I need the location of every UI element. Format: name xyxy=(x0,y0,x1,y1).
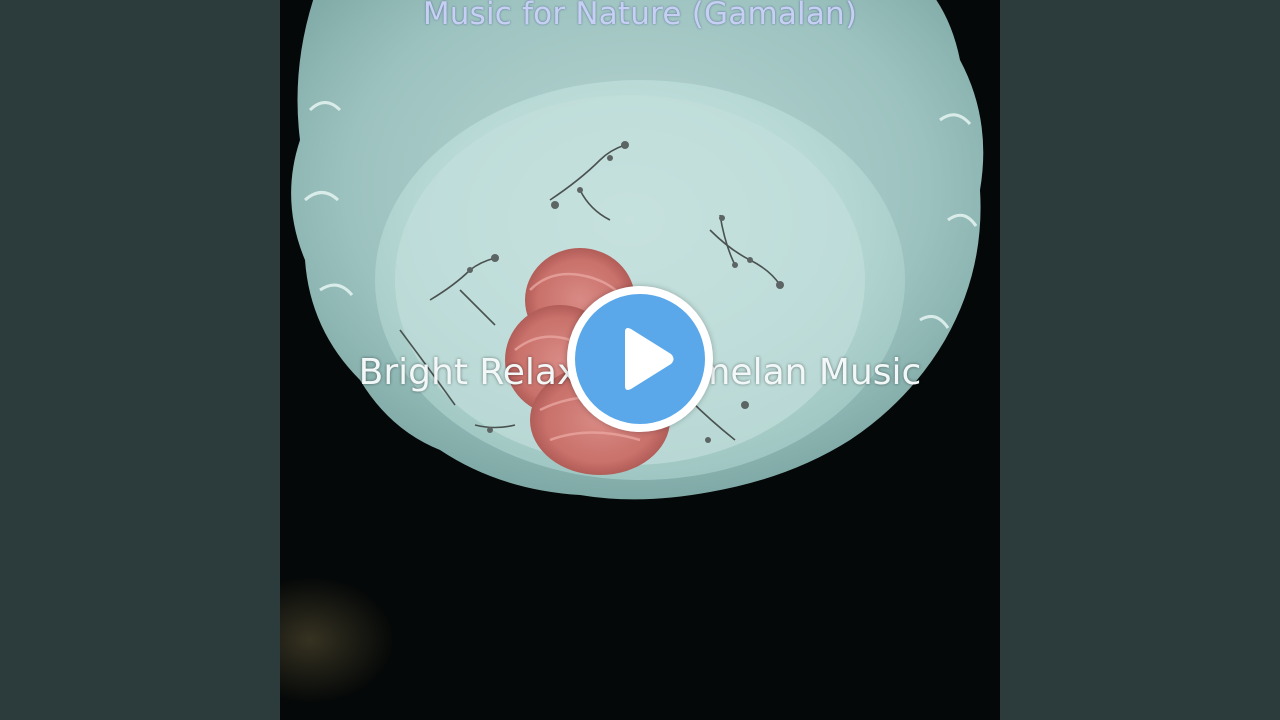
right-letterbox xyxy=(1000,0,1280,720)
play-icon xyxy=(625,328,674,390)
video-title: Music for Nature (Gamalan) xyxy=(422,0,858,32)
left-letterbox xyxy=(0,0,280,720)
play-button-face xyxy=(575,294,705,424)
play-button[interactable] xyxy=(567,286,713,432)
